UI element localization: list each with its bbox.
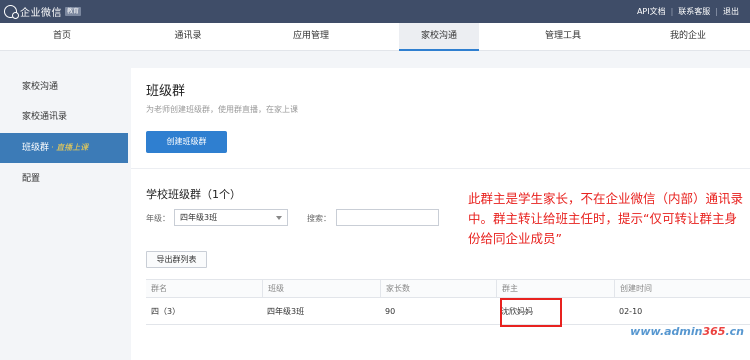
wecom-logo-icon	[4, 5, 19, 19]
logo[interactable]: 企业微信 教育	[4, 4, 82, 19]
owner-highlight-box	[500, 298, 562, 327]
table-row[interactable]: 四（3） 四年级3班 90 沈欣妈妈 02-10	[146, 298, 750, 325]
sidebar: 家校沟通 家校通讯录 班级群 · 直播上课 配置	[0, 68, 128, 360]
watermark-prefix: www.admin	[630, 325, 703, 338]
logo-badge: 教育	[65, 7, 82, 16]
cell-created-time: 02-10	[619, 307, 643, 316]
page-title: 班级群	[146, 84, 186, 99]
logo-text: 企业微信	[20, 8, 62, 19]
top-bar: 企业微信 教育 API文档 | 联系客服 | 退出	[0, 0, 750, 23]
sidebar-item-label: 配置	[22, 174, 41, 184]
sidebar-item-label: 班级群	[22, 143, 50, 153]
column-header-group-name: 群名	[151, 284, 167, 293]
nav-tab-home-school[interactable]: 家校沟通	[399, 23, 479, 51]
grade-filter-label: 年级：	[146, 214, 170, 223]
divider	[131, 168, 750, 169]
sidebar-item-class-groups[interactable]: 班级群 · 直播上课	[0, 133, 128, 163]
sidebar-item-label: 家校通讯录	[22, 112, 68, 122]
watermark-number: 365	[702, 325, 726, 338]
nav-tab-my-enterprise[interactable]: 我的企业	[648, 23, 728, 51]
create-class-group-button[interactable]: 创建班级群	[146, 131, 227, 153]
page-description: 为老师创建班级群，使用群直播，在家上课	[146, 105, 298, 114]
cell-group-name: 四（3）	[151, 307, 181, 316]
nav-tab-app-management[interactable]: 应用管理	[271, 23, 351, 51]
logout-link[interactable]: 退出	[718, 6, 744, 17]
live-class-tag: · 直播上课	[51, 143, 89, 152]
sidebar-item-home-school[interactable]: 家校沟通	[0, 72, 128, 102]
column-header-owner: 群主	[496, 280, 614, 298]
search-input[interactable]	[336, 209, 439, 226]
watermark-suffix: .cn	[725, 325, 744, 338]
export-group-list-button[interactable]: 导出群列表	[146, 251, 207, 268]
api-docs-link[interactable]: API文档	[632, 6, 671, 17]
contact-support-link[interactable]: 联系客服	[673, 6, 715, 17]
section-title: 学校班级群（1个）	[146, 188, 241, 201]
nav-tab-management-tools[interactable]: 管理工具	[523, 23, 603, 51]
sidebar-item-home-school-contacts[interactable]: 家校通讯录	[0, 102, 128, 132]
cell-class: 四年级3班	[267, 307, 305, 316]
annotation-note: 此群主是学生家长，不在企业微信（内部）通讯录中。群主转让给班主任时，提示“仅可转…	[468, 191, 744, 246]
cell-parent-count: 90	[385, 307, 396, 316]
sidebar-item-label: 家校沟通	[22, 82, 59, 92]
grade-select[interactable]: 四年级3班	[174, 209, 288, 226]
chevron-down-icon	[276, 216, 282, 220]
watermark: www.admin365.cn	[630, 325, 744, 338]
nav-tab-home[interactable]: 首页	[22, 23, 102, 51]
grade-select-value: 四年级3班	[180, 213, 218, 222]
table-header: 群名 班级 家长数 群主 创建时间	[146, 279, 750, 298]
sidebar-item-config[interactable]: 配置	[0, 164, 128, 194]
column-header-parent-count: 家长数	[380, 280, 496, 298]
nav-tab-contacts[interactable]: 通讯录	[148, 23, 228, 51]
column-header-class: 班级	[262, 280, 380, 298]
main-nav: 首页 通讯录 应用管理 家校沟通 管理工具 我的企业	[0, 23, 750, 51]
column-header-created-time: 创建时间	[614, 280, 750, 298]
search-label: 搜索：	[307, 214, 331, 223]
top-links: API文档 | 联系客服 | 退出	[632, 0, 744, 23]
